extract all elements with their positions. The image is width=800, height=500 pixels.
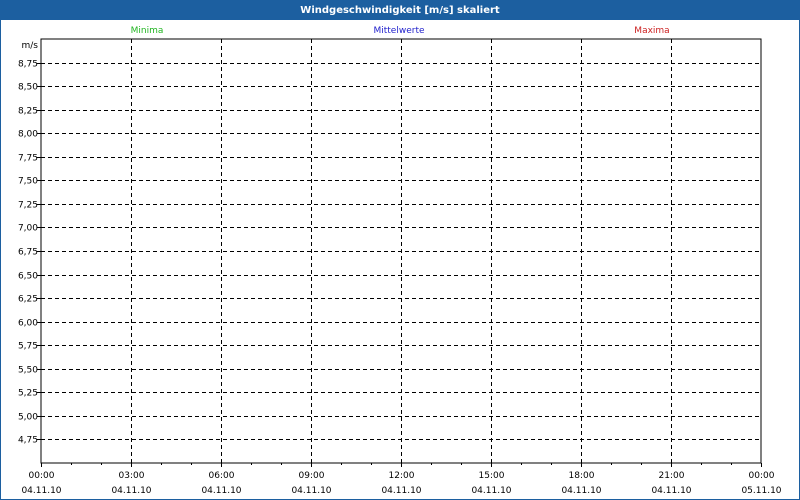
x-tick-time: 15:00 [479, 471, 505, 481]
chart-plot: 8,75 8,50 8,25 8,00 7,75 7,50 7,25 7,00 6,75 6,50… [18, 38, 782, 496]
x-tick-date: 04.11.10 [201, 486, 241, 496]
x-tick-date: 04.11.10 [651, 486, 691, 496]
x-tick-time: 12:00 [389, 471, 415, 481]
x-tick-date: 04.11.10 [111, 486, 151, 496]
x-tick-time: 18:00 [569, 471, 595, 481]
x-tick-time: 09:00 [299, 471, 325, 481]
x-tick-time: 00:00 [29, 471, 55, 481]
x-tick-date: 04.11.10 [561, 486, 601, 496]
y-tick-label: 6,75 [18, 248, 38, 258]
x-tick-time: 00:00 [749, 471, 775, 481]
x-tick-date: 04.11.10 [291, 486, 331, 496]
y-tick-label: 5,25 [18, 389, 38, 399]
y-tick-label: 6,25 [18, 295, 38, 305]
y-tick-label: 7,75 [18, 154, 38, 164]
y-tick-label: 7,25 [18, 201, 38, 211]
chart-window: Windgeschwindigkeit [m/s] skaliert Minim… [0, 0, 800, 500]
y-tick-label: 5,75 [18, 342, 38, 352]
x-tick-date: 04.11.10 [381, 486, 421, 496]
y-tick-label: 6,00 [18, 319, 38, 329]
y-tick-label: 8,00 [18, 130, 38, 140]
y-tick-label: 5,00 [18, 413, 38, 423]
y-tick-label: 8,50 [18, 83, 38, 93]
y-tick-label: 7,00 [18, 224, 38, 234]
y-tick-label: 8,25 [18, 107, 38, 117]
x-tick-time: 06:00 [209, 471, 235, 481]
y-tick-label: 4,75 [18, 436, 38, 446]
x-tick-date: 04.11.10 [21, 486, 61, 496]
y-tick-label: 8,75 [18, 60, 38, 70]
x-tick-date: 04.11.10 [471, 486, 511, 496]
y-tick-label: 6,50 [18, 272, 38, 282]
x-tick-time: 03:00 [119, 471, 145, 481]
x-tick-time: 21:00 [659, 471, 685, 481]
y-tick-label: 7,50 [18, 177, 38, 187]
y-tick-label: 5,50 [18, 366, 38, 376]
x-tick-date: 05.11.10 [741, 486, 781, 496]
y-axis-unit: m/s [22, 41, 39, 51]
